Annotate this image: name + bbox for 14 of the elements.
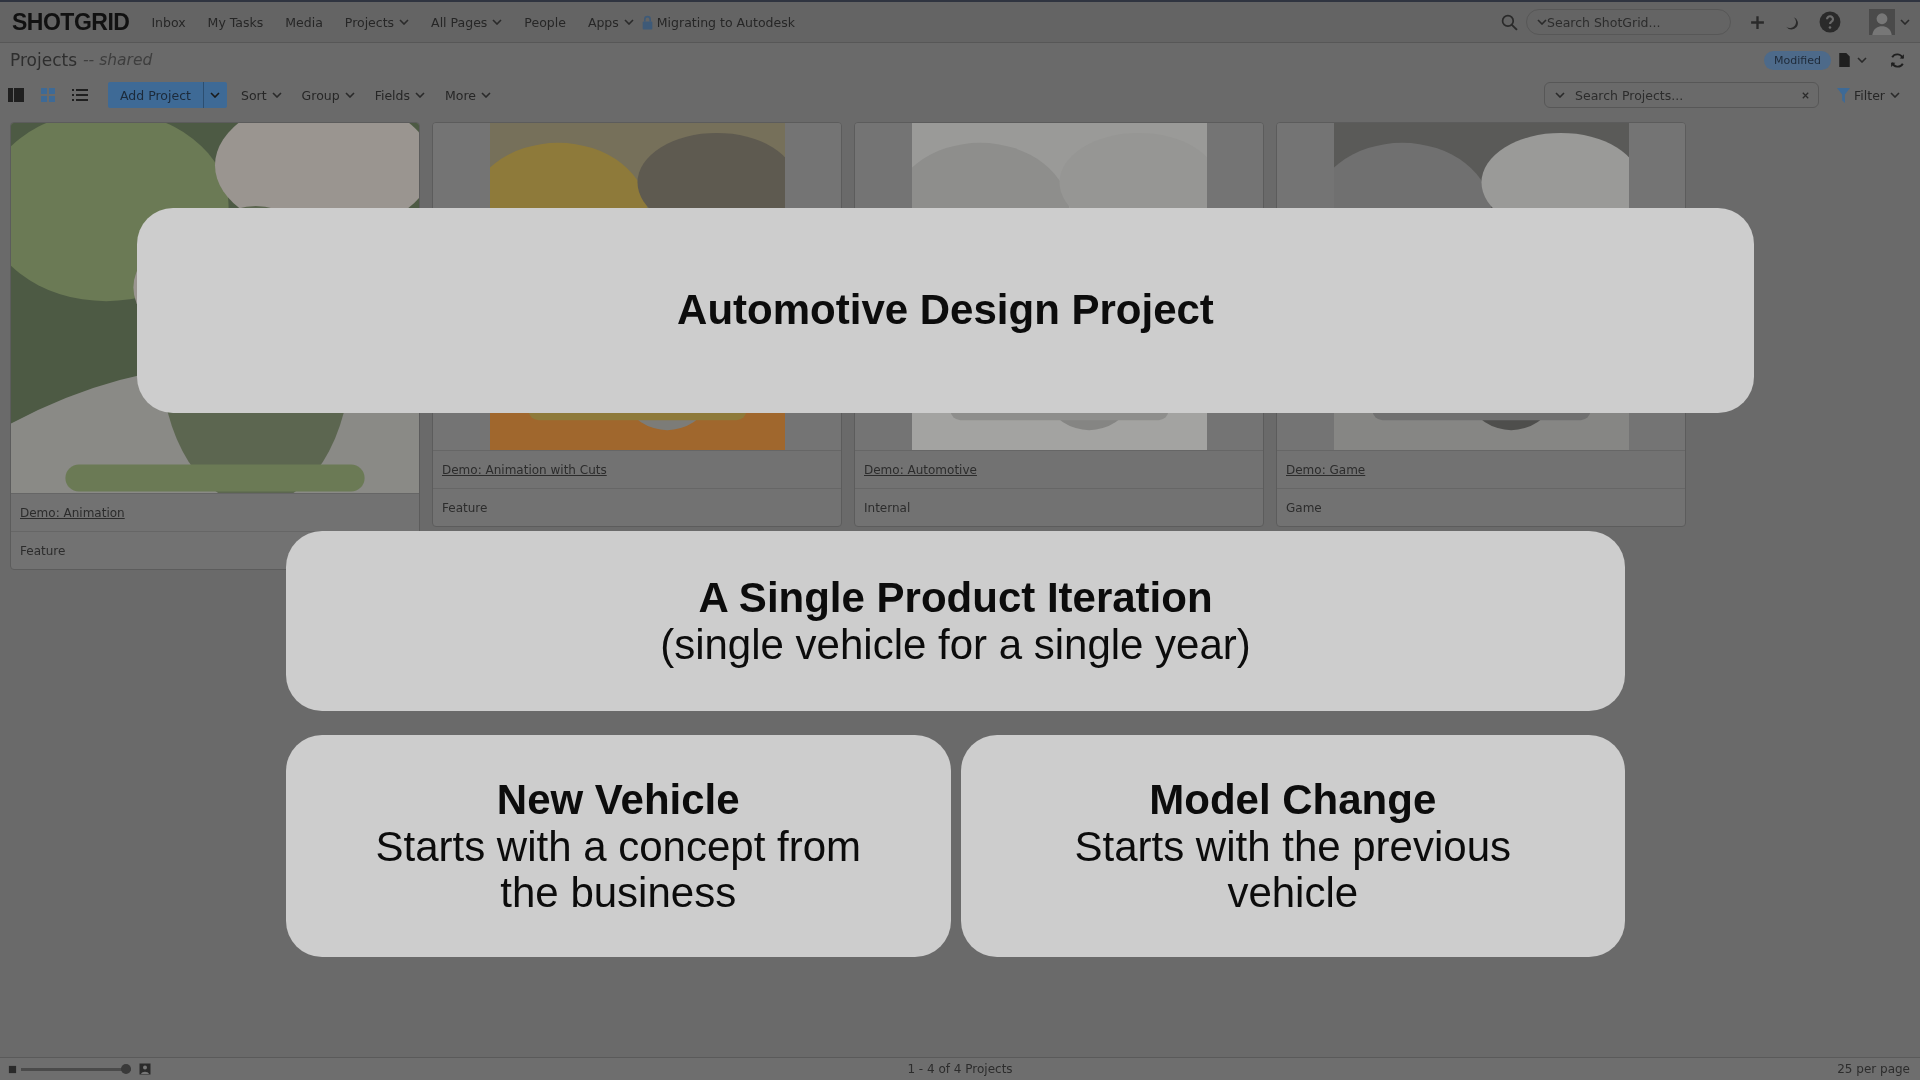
modified-badge: Modified xyxy=(1764,50,1831,70)
project-type: Feature xyxy=(442,500,488,515)
project-type: Feature xyxy=(20,543,66,558)
project-type: Internal xyxy=(864,500,911,515)
record-count: 1 - 4 of 4 Projects xyxy=(907,1062,1013,1076)
panel-text: Starts with the previous vehicle xyxy=(1073,823,1512,917)
panel-text: (single vehicle for a single year) xyxy=(660,622,1251,669)
panel-title: New Vehicle xyxy=(496,775,740,824)
panel-title: A Single Product Iteration xyxy=(698,573,1213,623)
panel-title: Automotive Design Project xyxy=(677,286,1214,335)
project-type: Game xyxy=(1286,500,1322,515)
page-title: Projects xyxy=(10,50,78,70)
panel-text: Starts with a concept from the business xyxy=(374,823,862,917)
panel-title: Model Change xyxy=(1149,775,1437,824)
